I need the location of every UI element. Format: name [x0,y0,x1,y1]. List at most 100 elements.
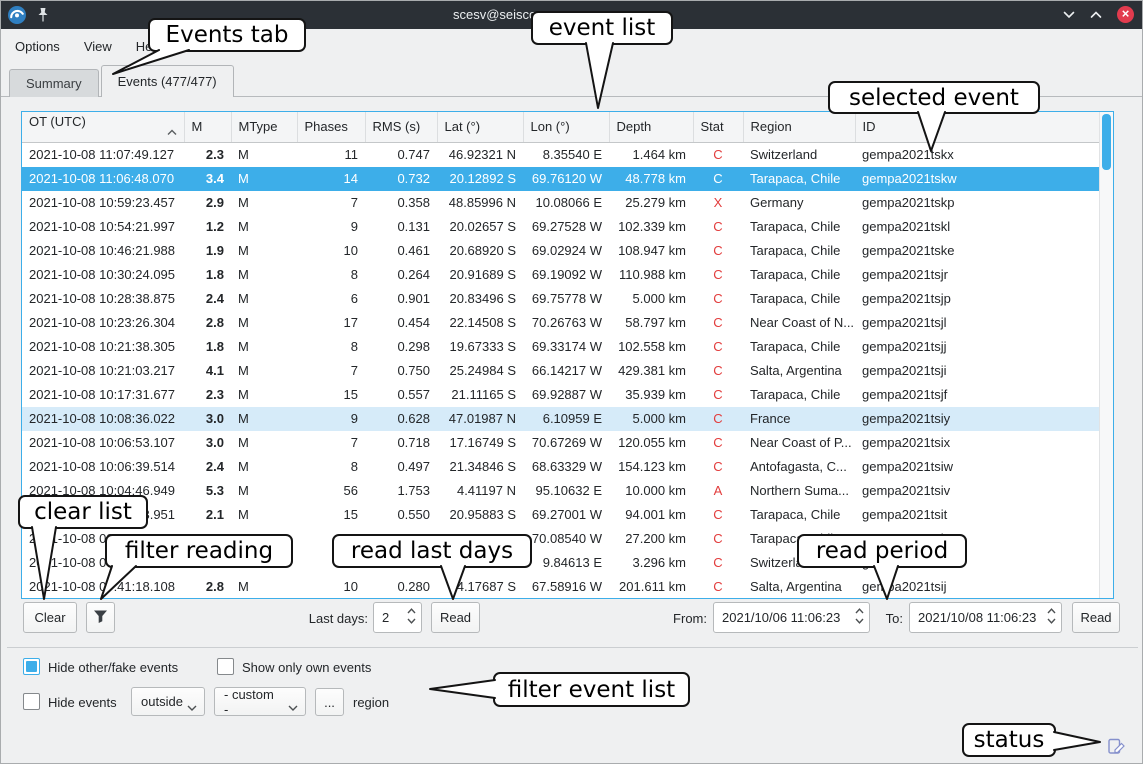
cell-mtype: M [231,167,297,191]
scope-combobox[interactable]: outside [131,687,205,716]
table-row[interactable]: 2021-10-08 10:17:31.677 2.3 M 15 0.557 2… [22,383,1100,407]
table-row[interactable]: 2021-10-08 10:30:24.095 1.8 M 8 0.264 20… [22,263,1100,287]
table-row[interactable]: 2021-10-08 10:28:38.875 2.4 M 6 0.901 20… [22,287,1100,311]
cell-magnitude: 3.4 [184,167,231,191]
cell-ot: 2021-10-08 10:28:38.875 [22,287,184,311]
hide-events-label: Hide events [48,695,117,710]
cell-id: gempa2021tske [855,239,1100,263]
cell-lat: 20.91689 S [437,263,523,287]
cell-id: gempa2021tsix [855,431,1100,455]
cell-depth: 1.464 km [609,142,693,167]
column-header-ot[interactable]: OT (UTC) [22,112,184,142]
chevron-down-icon [187,699,197,714]
to-datetime-spinner[interactable]: 2021/10/08 11:06:23 [909,602,1062,633]
table-row[interactable]: 2021-10-08 11:06:48.070 3.4 M 14 0.732 2… [22,167,1100,191]
menu-options[interactable]: Options [3,34,72,59]
filter-reading-button[interactable] [86,602,115,633]
column-header-m[interactable]: M [184,112,231,142]
spinner-arrows-icon[interactable] [407,608,416,624]
cell-status: C [693,167,743,191]
table-row[interactable]: 2021-10-08 10:46:21.988 1.9 M 10 0.461 2… [22,239,1100,263]
table-row[interactable]: 2021-10-08 10:59:23.457 2.9 M 7 0.358 48… [22,191,1100,215]
cell-id: gempa2021tskw [855,167,1100,191]
column-header-depth[interactable]: Depth [609,112,693,142]
cell-lon: 67.58916 W [523,575,609,599]
cell-status: X [693,191,743,215]
close-button[interactable]: × [1117,6,1134,23]
table-row[interactable]: 2021-10-08 10:21:03.217 4.1 M 7 0.750 25… [22,359,1100,383]
table-row[interactable]: 2021-10-08 10:23:26.304 2.8 M 17 0.454 2… [22,311,1100,335]
column-header-region[interactable]: Region [743,112,855,142]
table-row[interactable]: 2021-10-08 10:06:53.107 3.0 M 7 0.718 17… [22,431,1100,455]
cell-magnitude: 2.3 [184,383,231,407]
table-row[interactable]: 2021-10-08 09:41:18.108 2.8 M 10 0.280 2… [22,575,1100,599]
chevron-down-icon[interactable] [1063,7,1075,22]
cell-mtype: M [231,287,297,311]
hide-events-checkbox[interactable] [23,693,40,710]
cell-rms: 0.280 [365,575,437,599]
column-header-mtype[interactable]: MType [231,112,297,142]
cell-region: Tarapaca, Chile [743,503,855,527]
cell-lat: 47.01987 N [437,407,523,431]
cell-mtype: M [231,407,297,431]
cell-rms: 0.461 [365,239,437,263]
cell-region: Tarapaca, Chile [743,383,855,407]
last-days-label: Last days: [286,611,368,626]
region-more-button[interactable]: ... [315,688,344,716]
cell-lat: 19.67333 S [437,335,523,359]
menu-view[interactable]: View [72,34,124,59]
clear-button[interactable]: Clear [23,602,77,633]
region-combobox[interactable]: - custom - [214,687,306,716]
spinner-arrows-icon[interactable] [1047,608,1056,624]
column-header-stat[interactable]: Stat [693,112,743,142]
cell-phases: 15 [297,503,365,527]
cell-region: Tarapaca, Chile [743,167,855,191]
column-header-id[interactable]: ID [855,112,1100,142]
table-row[interactable]: 2021-10-08 10:00:13.951 2.1 M 15 0.550 2… [22,503,1100,527]
from-datetime-spinner[interactable]: 2021/10/06 11:06:23 [713,602,870,633]
cell-phases: 7 [297,431,365,455]
last-days-spinner[interactable]: 2 [373,602,422,633]
cell-mtype: M [231,503,297,527]
table-row[interactable]: 2021-10-08 10:54:21.997 1.2 M 9 0.131 20… [22,215,1100,239]
hide-other-fake-label: Hide other/fake events [48,660,178,675]
cell-depth: 120.055 km [609,431,693,455]
cell-ot: 2021-10-08 10:23:26.304 [22,311,184,335]
callout-event-list: event list [531,11,673,45]
table-row[interactable]: 2021-10-08 10:08:36.022 3.0 M 9 0.628 47… [22,407,1100,431]
from-label: From: [639,611,707,626]
cell-mtype: M [231,263,297,287]
cell-magnitude: 2.3 [184,142,231,167]
pin-icon[interactable] [36,7,50,26]
table-row[interactable]: 2021-10-08 10:21:38.305 1.8 M 8 0.298 19… [22,335,1100,359]
table-row[interactable]: 2021-10-08 11:07:49.127 2.3 M 11 0.747 4… [22,142,1100,167]
column-header-lon[interactable]: Lon (°) [523,112,609,142]
column-header-phases[interactable]: Phases [297,112,365,142]
read-period-button[interactable]: Read [1072,602,1120,633]
callout-clear-list: clear list [18,495,148,529]
column-header-lat[interactable]: Lat (°) [437,112,523,142]
show-only-own-checkbox[interactable] [217,658,234,675]
cell-rms: 0.264 [365,263,437,287]
table-row[interactable]: 2021-10-08 10:04:46.949 5.3 M 56 1.753 4… [22,479,1100,503]
cell-ot: 2021-10-08 10:21:38.305 [22,335,184,359]
vertical-scrollbar[interactable] [1099,112,1113,598]
chevron-up-icon[interactable] [1090,7,1102,22]
column-header-rms[interactable]: RMS (s) [365,112,437,142]
tab-summary[interactable]: Summary [9,69,99,97]
cell-status: C [693,142,743,167]
read-last-days-button[interactable]: Read [431,602,480,633]
cell-magnitude: 5.3 [184,479,231,503]
cell-id: gempa2021tsiv [855,479,1100,503]
table-row[interactable]: 2021-10-08 10:06:39.514 2.4 M 8 0.497 21… [22,455,1100,479]
scrollbar-thumb[interactable] [1102,114,1111,170]
cell-status: C [693,335,743,359]
cell-phases: 15 [297,383,365,407]
tab-events[interactable]: Events (477/477) [101,65,234,97]
cell-lat: 20.83496 S [437,287,523,311]
cell-mtype: M [231,431,297,455]
cell-phases: 7 [297,359,365,383]
cell-phases: 6 [297,287,365,311]
hide-other-fake-checkbox[interactable] [23,658,40,675]
cell-status: C [693,551,743,575]
